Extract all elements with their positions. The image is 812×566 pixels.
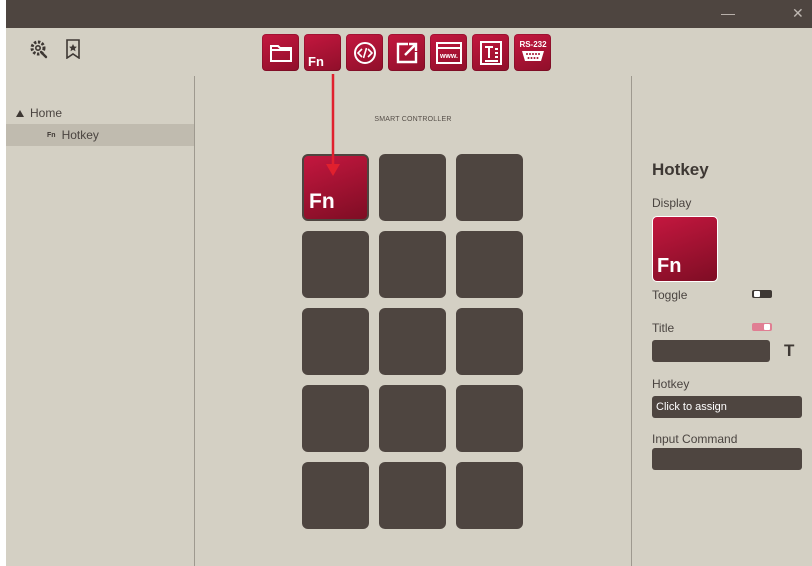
grid-caption: SMART CONTROLLER bbox=[374, 116, 452, 123]
grid-key-1-2[interactable] bbox=[379, 154, 446, 221]
display-preview[interactable]: Fn bbox=[652, 216, 718, 282]
open-link-action-button[interactable] bbox=[388, 34, 425, 71]
collapse-triangle-icon[interactable] bbox=[16, 109, 24, 117]
grid-key-5-3[interactable] bbox=[456, 462, 523, 529]
grid-key-2-1[interactable] bbox=[302, 231, 369, 298]
title-toggle-switch[interactable] bbox=[752, 323, 772, 331]
external-link-icon bbox=[396, 42, 417, 63]
bookmark-star-icon[interactable] bbox=[62, 38, 84, 60]
tree-node-hotkey[interactable]: Fn Hotkey bbox=[6, 124, 194, 146]
text-document-icon bbox=[479, 40, 502, 65]
grid-key-2-3[interactable] bbox=[456, 231, 523, 298]
grid-key-3-2[interactable] bbox=[379, 308, 446, 375]
display-label: Display bbox=[652, 196, 692, 210]
grid-key-4-3[interactable] bbox=[456, 385, 523, 452]
grid-key-1-1[interactable]: Fn bbox=[302, 154, 369, 221]
settings-gear-icon[interactable] bbox=[28, 38, 50, 60]
code-action-button[interactable] bbox=[346, 34, 383, 71]
title-bar: — ✕ bbox=[6, 0, 812, 28]
svg-text:RS-232: RS-232 bbox=[519, 40, 547, 49]
tree-node-home[interactable]: Home bbox=[16, 106, 62, 120]
tree-home-label: Home bbox=[30, 106, 63, 120]
hotkey-assign-field[interactable]: Click to assign bbox=[652, 396, 802, 418]
tree-hotkey-label: Hotkey bbox=[61, 128, 99, 142]
fn-action-button[interactable]: Fn bbox=[304, 34, 341, 71]
grid-key-4-1[interactable] bbox=[302, 385, 369, 452]
folder-icon bbox=[269, 44, 292, 62]
controller-grid-panel: SMART CONTROLLER Fn bbox=[195, 76, 631, 566]
minimize-button[interactable]: — bbox=[721, 4, 735, 22]
inspector-panel: Hotkey Display Fn Toggle Title T Hotkey … bbox=[631, 76, 812, 566]
grid-key-5-2[interactable] bbox=[379, 462, 446, 529]
key-label: Fn bbox=[309, 190, 335, 213]
fn-label: Fn bbox=[308, 54, 324, 69]
serial-port-icon: RS-232 bbox=[519, 40, 547, 61]
rs232-action-button[interactable]: RS-232 bbox=[514, 34, 551, 71]
action-toolbar: Fn www. RS-232 bbox=[262, 34, 551, 71]
code-icon bbox=[353, 41, 376, 64]
title-label: Title bbox=[652, 321, 675, 335]
inspector-title: Hotkey bbox=[652, 160, 709, 179]
input-command-field[interactable] bbox=[652, 448, 802, 470]
hotkey-label: Hotkey bbox=[652, 377, 690, 391]
svg-text:www.: www. bbox=[438, 53, 457, 60]
grid-key-3-3[interactable] bbox=[456, 308, 523, 375]
text-action-button[interactable] bbox=[472, 34, 509, 71]
toggle-switch[interactable] bbox=[752, 290, 772, 298]
toggle-label: Toggle bbox=[652, 288, 688, 302]
fn-mini-icon: Fn bbox=[47, 131, 56, 139]
www-icon: www. bbox=[435, 41, 462, 64]
grid-key-4-2[interactable] bbox=[379, 385, 446, 452]
text-format-icon[interactable]: T bbox=[784, 341, 794, 361]
navigation-tree-panel: Home Fn Hotkey bbox=[6, 76, 195, 566]
grid-key-5-1[interactable] bbox=[302, 462, 369, 529]
display-preview-label: Fn bbox=[657, 255, 682, 277]
folder-action-button[interactable] bbox=[262, 34, 299, 71]
grid-key-3-1[interactable] bbox=[302, 308, 369, 375]
grid-key-1-3[interactable] bbox=[456, 154, 523, 221]
input-command-label: Input Command bbox=[652, 432, 738, 446]
app-window: — ✕ Fn www. RS-232 Home Fn Hotkey SMART … bbox=[6, 0, 812, 566]
top-left-toolbar bbox=[28, 38, 84, 60]
grid-key-2-2[interactable] bbox=[379, 231, 446, 298]
website-action-button[interactable]: www. bbox=[430, 34, 467, 71]
close-button[interactable]: ✕ bbox=[792, 4, 804, 22]
title-input[interactable] bbox=[652, 340, 770, 362]
